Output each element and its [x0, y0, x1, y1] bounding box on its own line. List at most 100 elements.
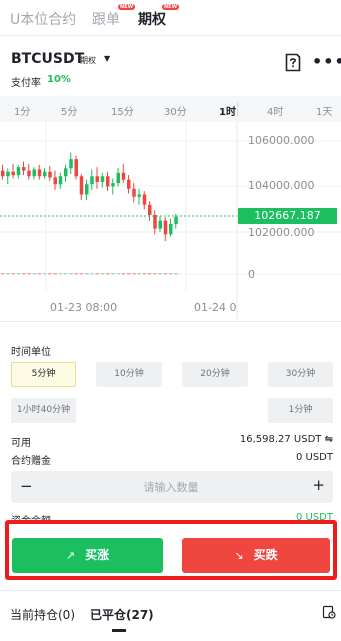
interval-4h[interactable]: 4时 [267, 103, 283, 118]
volume-bar [142, 273, 147, 275]
current-price-tag: 102667.187 [238, 208, 337, 224]
fee-rate-value: 10% [47, 74, 71, 85]
x-tick-label: 01-23 08:00 [50, 301, 118, 314]
time-option-20m[interactable]: 20分钟 [182, 362, 248, 387]
volume-bar [116, 273, 120, 275]
candle-body [148, 204, 152, 215]
arrow-down-right-icon: ↘ [234, 549, 244, 562]
buy-down-button[interactable]: ↘ 买跌 [182, 538, 330, 573]
interval-bar: 1分 5分 15分 30分 1时 4时 1天 [0, 96, 341, 122]
volume-bar [163, 273, 168, 275]
time-unit-label: 时间单位 [11, 347, 51, 358]
volume-bar [48, 273, 52, 275]
top-tab-bar: U本位合约 跟单 NEW 期权 NEW [0, 0, 341, 36]
volume-bar [148, 273, 152, 275]
interval-1d[interactable]: 1天 [316, 103, 332, 118]
time-option-5m[interactable]: 5分钟 [11, 362, 76, 387]
order-history-icon[interactable] [322, 605, 336, 619]
volume-bar [74, 273, 78, 275]
candle-body [16, 167, 21, 176]
candle-body [58, 176, 63, 185]
available-amount: 16,598.27 USDT [239, 434, 322, 445]
volume-bar [58, 273, 63, 275]
available-label: 可用 [11, 438, 31, 449]
fee-rate-label: 支付率 [11, 78, 41, 89]
candle-body [79, 176, 84, 195]
candle-body [32, 169, 36, 177]
tab-open-positions[interactable]: 当前持仓(0) [10, 606, 75, 623]
volume-bar [100, 273, 105, 275]
candle-body [37, 169, 42, 177]
available-value: 16,598.27 USDT ⇋ [240, 434, 333, 445]
bonus-label: 合约赠金 [11, 456, 51, 467]
quantity-input[interactable] [61, 477, 281, 497]
decrease-button[interactable]: − [20, 477, 33, 495]
candle-body [11, 171, 15, 176]
tab-u-contract[interactable]: U本位合约 [10, 9, 76, 29]
symbol-name[interactable]: BTCUSDT [11, 51, 84, 67]
volume-bar [111, 273, 115, 275]
volume-bar [53, 273, 57, 275]
arrow-up-right-icon: ↗ [65, 549, 76, 562]
interval-5m[interactable]: 5分 [61, 103, 77, 118]
candle-body [48, 171, 52, 178]
tab-copy-trade[interactable]: 跟单 NEW [92, 4, 136, 29]
volume-bar [1, 273, 5, 275]
candle-body [169, 224, 173, 235]
candle-body [116, 172, 120, 184]
candle-body [1, 170, 5, 177]
candle-body [43, 171, 47, 177]
volume-bar [43, 273, 47, 275]
candle-body [6, 171, 10, 177]
interval-1h[interactable]: 1时 [219, 103, 236, 118]
interval-1m[interactable]: 1分 [14, 103, 30, 118]
volume-bar [85, 273, 89, 275]
candle-body [111, 183, 115, 187]
tab-options[interactable]: 期权 NEW [138, 4, 180, 29]
divider [0, 590, 341, 591]
bonus-value: 0 USDT [295, 452, 333, 463]
symbol-type[interactable]: 期权 [80, 55, 96, 66]
more-dots-icon[interactable]: ••• [312, 52, 341, 71]
tab-copy-trade-label: 跟单 [92, 12, 120, 28]
candle-body [27, 170, 31, 177]
volume-bar [95, 273, 99, 275]
candle-body [132, 188, 136, 197]
candle-body [95, 176, 99, 182]
volume-bar [32, 273, 36, 275]
transfer-icon[interactable]: ⇋ [325, 434, 333, 445]
volume-bar [11, 273, 15, 275]
candle-body [174, 216, 178, 225]
y-tick-label: 104000.000 [248, 179, 315, 192]
candle-body [85, 184, 89, 195]
candle-body [121, 172, 126, 180]
question-document-icon[interactable] [284, 53, 302, 72]
volume-bar [79, 273, 84, 275]
candle-body [74, 159, 78, 177]
caret-down-icon[interactable]: ▼ [104, 54, 110, 63]
candle-body [153, 214, 157, 229]
time-option-10m[interactable]: 10分钟 [96, 362, 162, 387]
interval-30m[interactable]: 30分 [164, 103, 187, 118]
volume-bar [16, 273, 21, 275]
candle-body [53, 177, 57, 185]
time-option-1h40m[interactable]: 1小时40分钟 [11, 398, 76, 423]
volume-bar [37, 273, 42, 275]
volume-bar [27, 273, 31, 275]
increase-button[interactable]: + [312, 476, 325, 494]
candle-body [158, 220, 162, 229]
new-badge: NEW [118, 4, 136, 10]
volume-bar [169, 273, 173, 275]
y-tick-label: 106000.000 [248, 134, 315, 147]
tab-closed-positions[interactable]: 已平仓(27) [90, 606, 154, 623]
active-tab-indicator [112, 629, 126, 632]
volume-bar [132, 273, 136, 275]
buy-up-button[interactable]: ↗ 买涨 [12, 538, 163, 573]
interval-15m[interactable]: 15分 [111, 103, 134, 118]
time-option-1m[interactable]: 1分钟 [268, 398, 333, 423]
volume-bar [64, 273, 68, 275]
time-option-30m[interactable]: 30分钟 [268, 362, 333, 387]
candle-body [100, 176, 105, 182]
x-tick-label: 01-24 0 [194, 301, 237, 314]
tab-options-label: 期权 [138, 12, 166, 28]
